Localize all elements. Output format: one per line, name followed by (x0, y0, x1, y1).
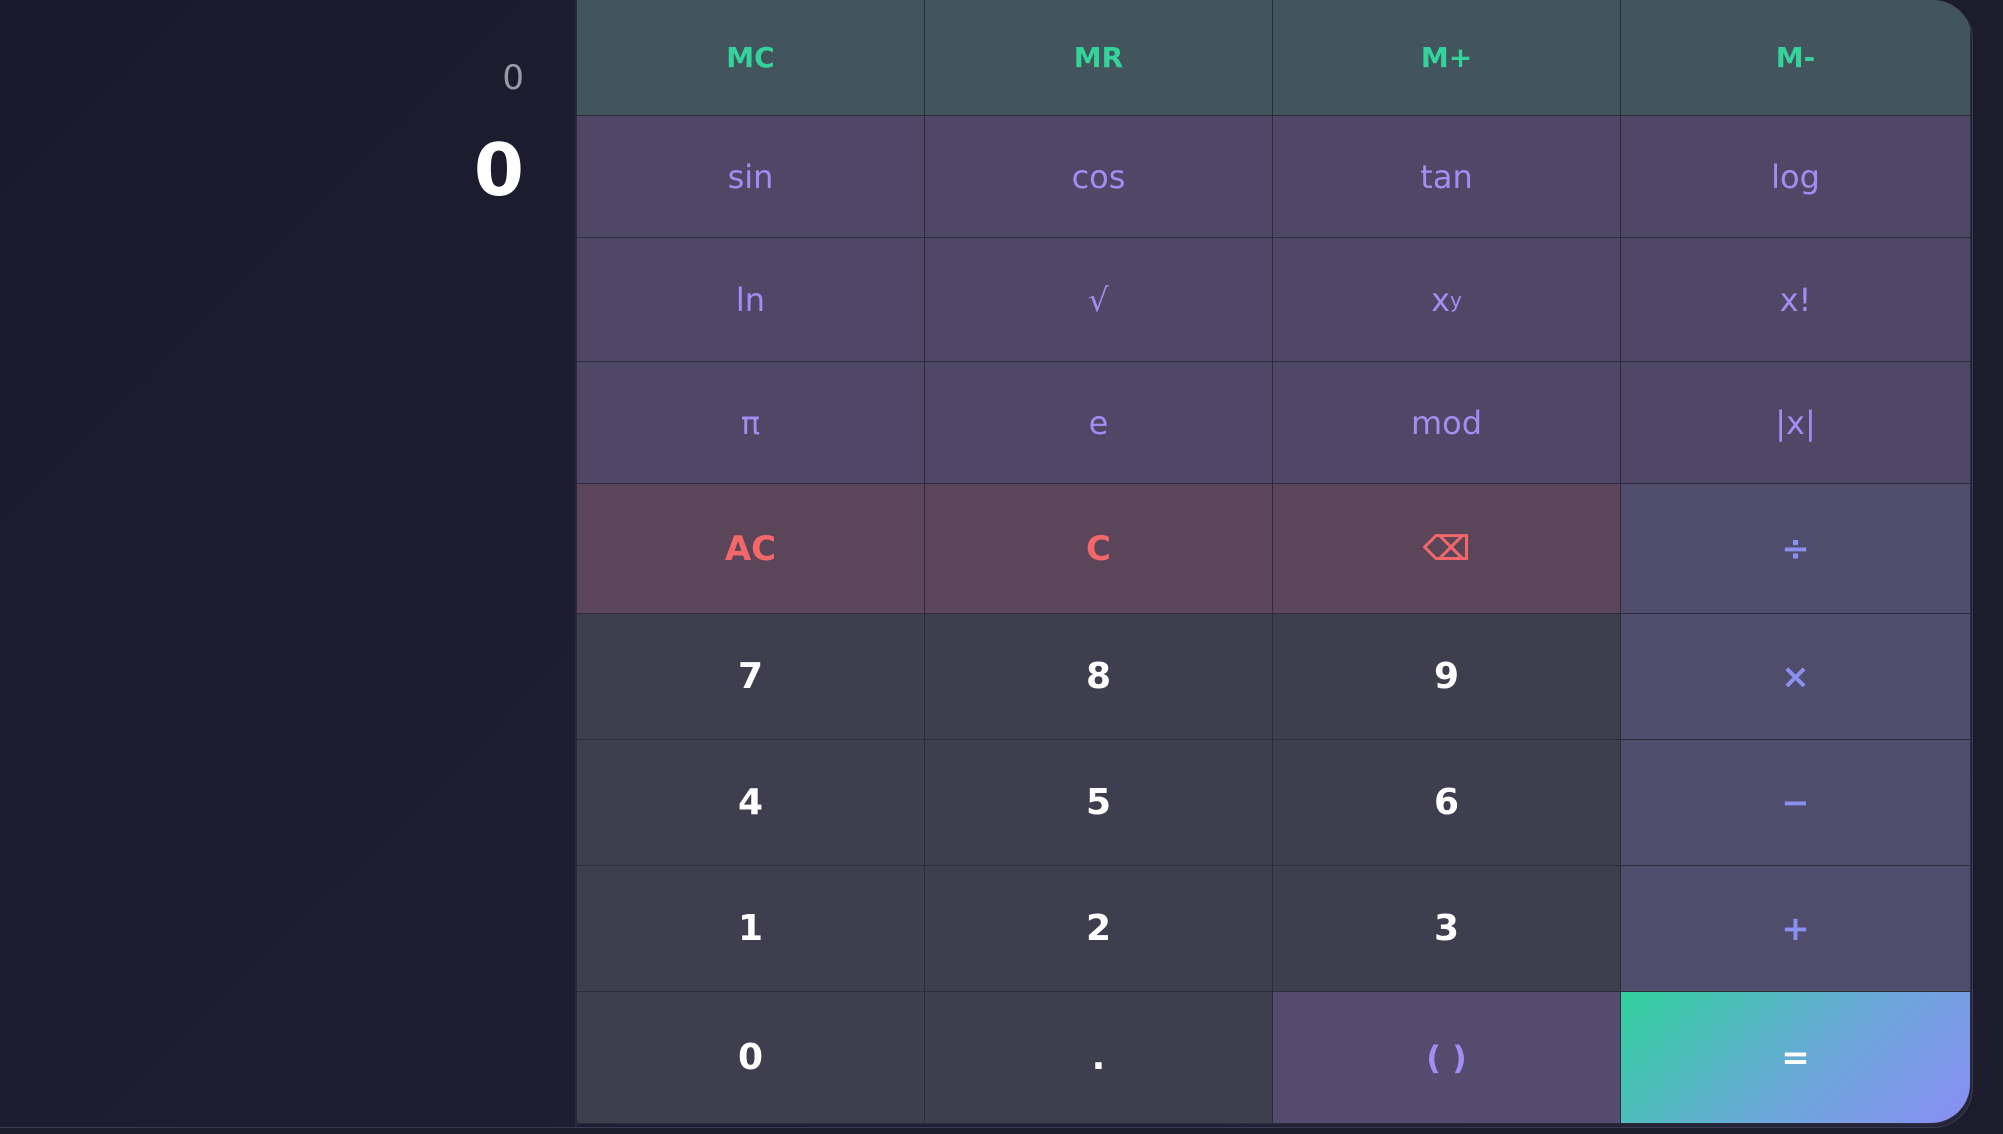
ln-button[interactable]: ln (577, 238, 925, 362)
tan-button[interactable]: tan (1273, 116, 1621, 238)
divide-button[interactable]: ÷ (1621, 484, 1971, 614)
mod-button[interactable]: mod (1273, 362, 1621, 484)
expression-display: 0 (502, 58, 524, 98)
clear-button[interactable]: C (925, 484, 1273, 614)
cos-button[interactable]: cos (925, 116, 1273, 238)
all-clear-button[interactable]: AC (577, 484, 925, 614)
equals-button[interactable]: = (1621, 992, 1971, 1124)
digit-0-button[interactable]: 0 (577, 992, 925, 1124)
power-button[interactable]: xy (1273, 238, 1621, 362)
pi-button[interactable]: π (577, 362, 925, 484)
result-display: 0 (473, 128, 524, 212)
backspace-button[interactable]: ⌫ (1273, 484, 1621, 614)
display-panel: 0 0 (0, 0, 577, 1127)
parentheses-button[interactable]: ( ) (1273, 992, 1621, 1124)
digit-4-button[interactable]: 4 (577, 740, 925, 866)
calculator: 0 0 MC MR M+ M- sin cos tan log ln √ xy … (0, 0, 1973, 1128)
e-button[interactable]: e (925, 362, 1273, 484)
log-button[interactable]: log (1621, 116, 1971, 238)
memory-add-button[interactable]: M+ (1273, 0, 1621, 116)
digit-8-button[interactable]: 8 (925, 614, 1273, 740)
decimal-button[interactable]: . (925, 992, 1273, 1124)
keypad: MC MR M+ M- sin cos tan log ln √ xy x! π… (577, 0, 1971, 1124)
memory-recall-button[interactable]: MR (925, 0, 1273, 116)
memory-clear-button[interactable]: MC (577, 0, 925, 116)
plus-button[interactable]: + (1621, 866, 1971, 992)
backspace-icon: ⌫ (1422, 528, 1471, 569)
factorial-button[interactable]: x! (1621, 238, 1971, 362)
digit-5-button[interactable]: 5 (925, 740, 1273, 866)
power-exponent: y (1450, 287, 1462, 312)
digit-2-button[interactable]: 2 (925, 866, 1273, 992)
minus-button[interactable]: − (1621, 740, 1971, 866)
multiply-button[interactable]: × (1621, 614, 1971, 740)
digit-7-button[interactable]: 7 (577, 614, 925, 740)
sin-button[interactable]: sin (577, 116, 925, 238)
sqrt-button[interactable]: √ (925, 238, 1273, 362)
digit-6-button[interactable]: 6 (1273, 740, 1621, 866)
digit-9-button[interactable]: 9 (1273, 614, 1621, 740)
digit-3-button[interactable]: 3 (1273, 866, 1621, 992)
memory-subtract-button[interactable]: M- (1621, 0, 1971, 116)
abs-button[interactable]: |x| (1621, 362, 1971, 484)
digit-1-button[interactable]: 1 (577, 866, 925, 992)
power-base: x (1431, 280, 1451, 319)
